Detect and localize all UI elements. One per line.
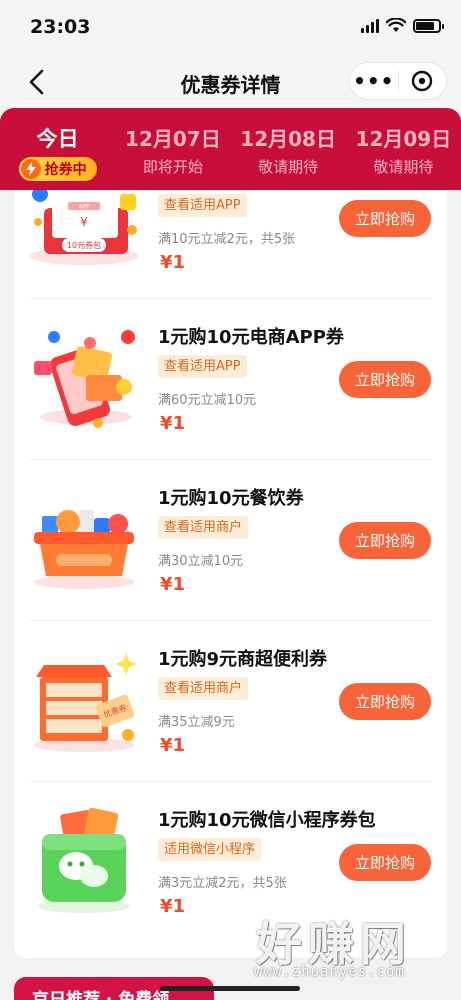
applicable-app-link[interactable]: 查看适用APP	[158, 194, 247, 217]
tab-dec-08[interactable]: 12月08日 敬请期待	[231, 108, 346, 190]
coupon-price: ¥1	[160, 735, 186, 756]
coupon-title: 1元购10元电商APP券	[158, 327, 344, 348]
coupon-condition: 满60元立减10元	[158, 393, 257, 408]
nav-bar: 优惠券详情 •••	[0, 56, 461, 108]
coupon-price: ¥1	[160, 896, 186, 917]
coupon-condition: 满10元立减2元，共5张	[158, 232, 296, 247]
applicable-app-link[interactable]: 查看适用APP	[158, 355, 247, 378]
buy-button[interactable]: 立即抢购	[339, 361, 431, 398]
list-item: 1元购10元电商APP券 查看适用APP 满60元立减10元 ¥1 立即抢购	[14, 299, 447, 460]
battery-icon	[413, 18, 444, 33]
status-time: 23:03	[30, 16, 91, 38]
applicable-merchant-link[interactable]: 查看适用商户	[158, 677, 249, 700]
coupon-condition: 满30立减10元	[158, 554, 244, 569]
list-item: 优惠券 1元购9元商超便利券 查看适用商户 满35立减9元 ¥1 立即抢购	[14, 621, 447, 782]
more-icon[interactable]: •••	[350, 62, 398, 100]
coupon-condition: 满3元立减2元，共5张	[158, 876, 287, 891]
svg-text:APP: APP	[78, 204, 90, 211]
recommend-banner-label: 京日推荐 · 免费领	[32, 990, 170, 1000]
status-badge: 抢券中	[18, 157, 97, 181]
tab-date: 今日	[36, 127, 79, 151]
coupon-condition: 满35立减9元	[158, 715, 235, 730]
coupon-list: APP ¥ 10元券包 查看适用APP 满10元立减2元，共5张 ¥1 立即抢购	[14, 190, 447, 958]
miniprogram-capsule: •••	[349, 62, 447, 100]
status-icons	[361, 18, 444, 33]
buy-button[interactable]: 立即抢购	[339, 200, 431, 237]
tab-status: 即将开始	[142, 158, 203, 176]
tab-date: 12月09日	[355, 127, 452, 151]
wechat-coupon-box-image	[38, 807, 130, 913]
badge-label: 抢券中	[44, 162, 87, 178]
buy-button[interactable]: 立即抢购	[339, 844, 431, 881]
date-tabs: 今日 抢券中 12月07日 即将开始 12月08日 敬请期待 12月09日 敬请…	[0, 108, 461, 190]
tab-dec-07[interactable]: 12月07日 即将开始	[115, 108, 230, 190]
tab-status: 敬请期待	[258, 158, 319, 176]
tab-date: 12月08日	[240, 127, 336, 151]
list-item: 1元购10元餐饮券 查看适用商户 满30立减10元 ¥1 立即抢购	[14, 460, 447, 621]
list-item: APP ¥ 10元券包 查看适用APP 满10元立减2元，共5张 ¥1 立即抢购	[14, 190, 447, 299]
coupon-price: ¥1	[160, 574, 186, 595]
close-icon[interactable]	[398, 70, 446, 92]
tab-today[interactable]: 今日 抢券中	[0, 108, 115, 190]
convenience-store-image: 优惠券	[34, 653, 137, 752]
status-bar: 23:03	[0, 0, 461, 56]
coupon-title: 1元购10元餐饮券	[158, 488, 304, 509]
coupon-price: ¥1	[160, 252, 186, 273]
coupon-title: 1元购9元商超便利券	[158, 649, 328, 670]
tab-dec-09[interactable]: 12月09日 敬请期待	[346, 108, 461, 190]
tab-date: 12月07日	[125, 127, 221, 151]
app-coupon-pack-image: APP ¥ 10元券包	[30, 190, 138, 265]
svg-text:¥: ¥	[80, 215, 88, 229]
tab-status: 敬请期待	[373, 158, 434, 176]
applicable-miniprogram-tag[interactable]: 适用微信小程序	[158, 838, 262, 861]
svg-text:10元券包: 10元券包	[67, 240, 101, 250]
watermark-url: www.zhuanyes.com	[254, 964, 405, 980]
food-basket-image	[34, 510, 134, 589]
lightning-icon	[20, 159, 41, 179]
ecommerce-app-image	[34, 330, 135, 428]
cellular-signal-icon	[361, 18, 379, 33]
home-indicator	[160, 986, 300, 991]
watermark: 好赚网 www.zhuanyes.com	[248, 908, 448, 986]
coupon-title: 1元购10元微信小程序券包	[158, 810, 376, 831]
buy-button[interactable]: 立即抢购	[339, 522, 431, 559]
buy-button[interactable]: 立即抢购	[339, 683, 431, 720]
wifi-icon	[386, 18, 406, 32]
coupon-price: ¥1	[160, 413, 186, 434]
applicable-merchant-link[interactable]: 查看适用商户	[158, 516, 249, 539]
